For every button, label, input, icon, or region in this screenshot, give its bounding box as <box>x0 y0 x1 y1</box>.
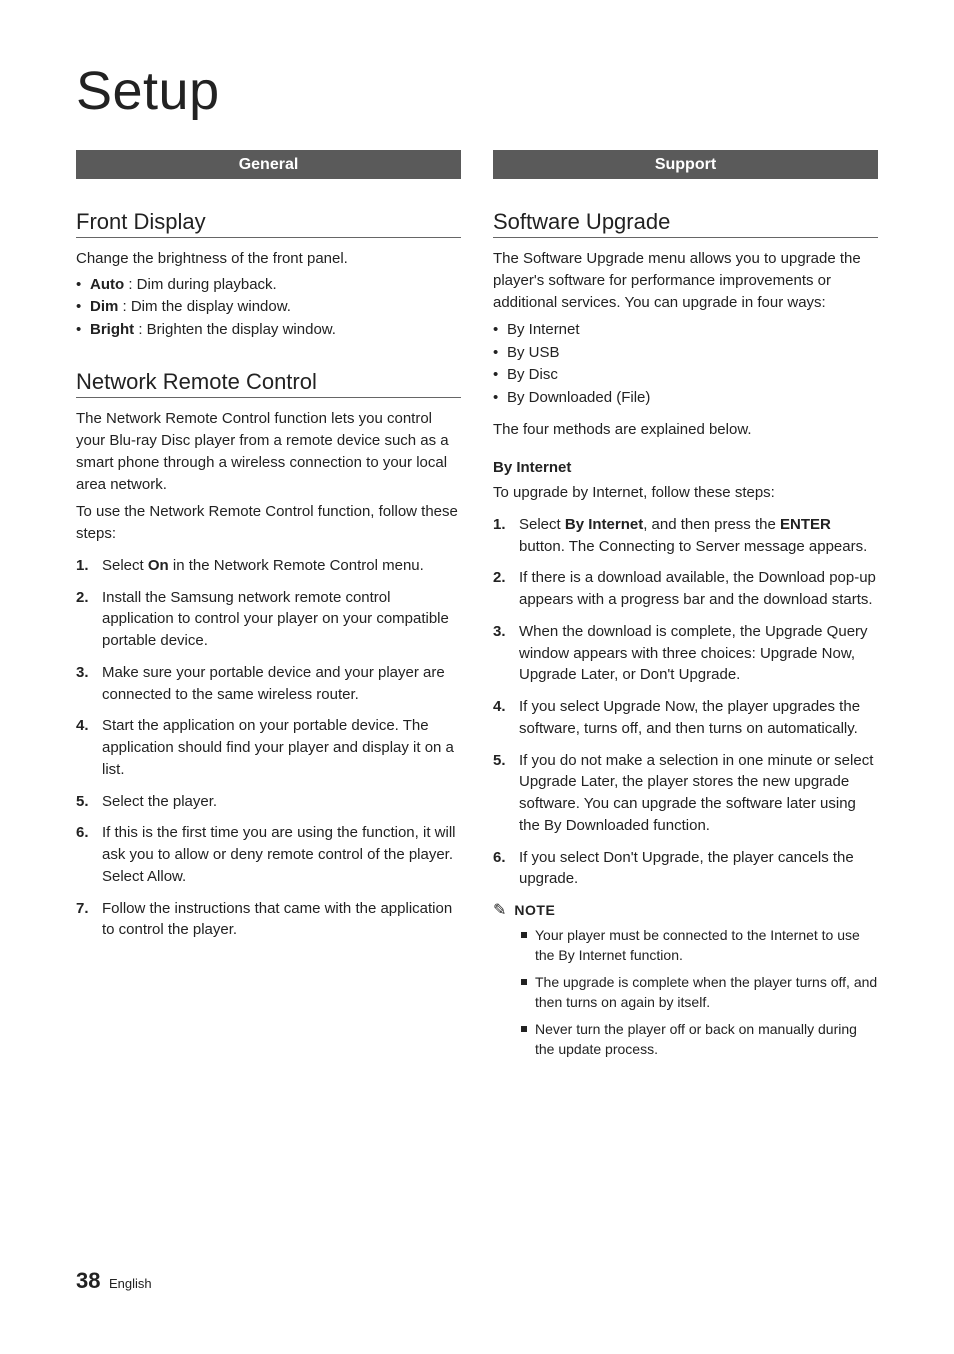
note-header: ✎ NOTE <box>493 900 878 920</box>
page-footer: 38 English <box>76 1268 152 1294</box>
bold-term: Bright <box>90 321 134 338</box>
step-text: Select <box>102 557 148 574</box>
list-item: By Downloaded (File) <box>493 387 878 410</box>
list-item: Follow the instructions that came with t… <box>76 898 461 942</box>
list-item: Select By Internet, and then press the E… <box>493 514 878 558</box>
list-item: If this is the first time you are using … <box>76 822 461 887</box>
list-item: By Internet <box>493 319 878 342</box>
subheading-by-internet: By Internet <box>493 459 878 476</box>
software-upgrade-intro: The Software Upgrade menu allows you to … <box>493 248 878 313</box>
section-bar-support: Support <box>493 150 878 179</box>
step-text: Select <box>519 516 565 533</box>
software-upgrade-outro: The four methods are explained below. <box>493 419 878 441</box>
list-item: Select On in the Network Remote Control … <box>76 555 461 577</box>
heading-software-upgrade: Software Upgrade <box>493 209 878 235</box>
front-display-intro: Change the brightness of the front panel… <box>76 248 461 270</box>
section-bar-general: General <box>76 150 461 179</box>
heading-front-display: Front Display <box>76 209 461 235</box>
column-left: General Front Display Change the brightn… <box>76 150 461 1068</box>
nrc-steps: Select On in the Network Remote Control … <box>76 555 461 941</box>
list-item: Install the Samsung network remote contr… <box>76 587 461 652</box>
list-item: Your player must be connected to the Int… <box>521 926 878 965</box>
list-item: If you select Upgrade Now, the player up… <box>493 696 878 740</box>
list-item: When the download is complete, the Upgra… <box>493 621 878 686</box>
list-item-text: : Dim during playback. <box>124 276 277 293</box>
list-item: Select the player. <box>76 791 461 813</box>
list-item: Make sure your portable device and your … <box>76 662 461 706</box>
bold-term: By Internet <box>565 516 643 533</box>
note-label: NOTE <box>514 902 555 918</box>
bold-term: ENTER <box>780 516 831 533</box>
list-item: By USB <box>493 342 878 365</box>
step-text: button. The Connecting to Server message… <box>519 538 867 555</box>
list-item: If you do not make a selection in one mi… <box>493 750 878 837</box>
list-item: Auto : Dim during playback. <box>76 274 461 297</box>
page-language: English <box>109 1276 152 1291</box>
nrc-paragraph-1: The Network Remote Control function lets… <box>76 408 461 495</box>
by-internet-lead: To upgrade by Internet, follow these ste… <box>493 482 878 504</box>
by-internet-steps: Select By Internet, and then press the E… <box>493 514 878 890</box>
list-item: If you select Don't Upgrade, the player … <box>493 847 878 891</box>
step-text: in the Network Remote Control menu. <box>169 557 424 574</box>
list-item: The upgrade is complete when the player … <box>521 973 878 1012</box>
list-item: By Disc <box>493 364 878 387</box>
bold-term: Dim <box>90 298 118 315</box>
page-number: 38 <box>76 1268 100 1293</box>
note-list: Your player must be connected to the Int… <box>493 926 878 1060</box>
note-icon: ✎ <box>493 900 506 920</box>
list-item: If there is a download available, the Do… <box>493 567 878 611</box>
list-item: Bright : Brighten the display window. <box>76 319 461 342</box>
list-item: Start the application on your portable d… <box>76 715 461 780</box>
bold-term: Auto <box>90 276 124 293</box>
step-text: , and then press the <box>643 516 780 533</box>
list-item-text: : Dim the display window. <box>118 298 291 315</box>
nrc-paragraph-2: To use the Network Remote Control functi… <box>76 501 461 545</box>
front-display-list: Auto : Dim during playback. Dim : Dim th… <box>76 274 461 342</box>
column-right: Support Software Upgrade The Software Up… <box>493 150 878 1068</box>
heading-network-remote: Network Remote Control <box>76 369 461 395</box>
upgrade-ways-list: By Internet By USB By Disc By Downloaded… <box>493 319 878 409</box>
bold-term: On <box>148 557 169 574</box>
page-title: Setup <box>76 60 878 122</box>
list-item: Never turn the player off or back on man… <box>521 1020 878 1059</box>
list-item: Dim : Dim the display window. <box>76 296 461 319</box>
list-item-text: : Brighten the display window. <box>134 321 336 338</box>
